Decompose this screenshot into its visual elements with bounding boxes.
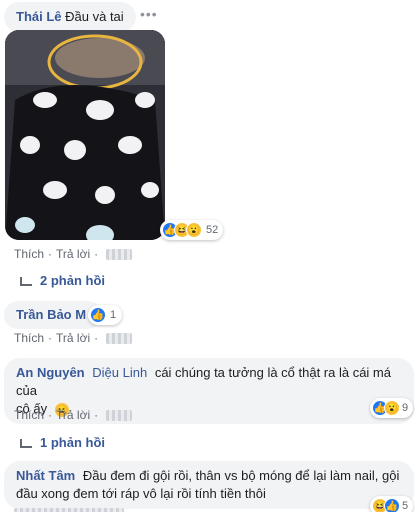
- timestamp-blurred: [106, 249, 133, 261]
- reaction-summary-4[interactable]: 😆 👍 5: [370, 496, 414, 512]
- wow-icon: 😮: [384, 400, 400, 416]
- wow-icon: 😮: [186, 222, 202, 238]
- reply-arrow-icon: [20, 277, 32, 287]
- like-icon: 👍: [90, 307, 106, 323]
- reaction-count: 5: [402, 500, 409, 512]
- comment-author[interactable]: Thái Lê: [16, 9, 62, 24]
- mention-link[interactable]: Diệu Linh: [92, 365, 147, 380]
- reaction-summary-3[interactable]: 👍 😮 9: [370, 398, 414, 418]
- comment-actions-3: Thích · Trả lời ·: [14, 408, 133, 422]
- comment-bubble-1: Thái Lê Đầu và tai: [4, 2, 136, 32]
- comment-actions-2: Thích · Trả lời ·: [14, 331, 133, 345]
- reply-arrow-icon: [20, 439, 32, 449]
- actions-blurred: [14, 508, 124, 512]
- photo-image: [5, 30, 165, 240]
- reaction-count: 1: [110, 309, 117, 321]
- view-replies-3[interactable]: 1 phản hồi: [20, 435, 105, 450]
- reaction-summary-1[interactable]: 👍 😆 😮 52: [160, 220, 224, 240]
- timestamp-blurred: [106, 333, 133, 345]
- comment-author[interactable]: An Nguyên: [16, 365, 85, 380]
- comment-photo[interactable]: [5, 30, 165, 240]
- reply-link[interactable]: Trả lời: [56, 331, 90, 345]
- comment-bubble-4: Nhất Tâm Đầu đem đi gội rồi, thân vs bộ …: [4, 461, 414, 509]
- like-link[interactable]: Thích: [14, 247, 44, 261]
- reaction-count: 9: [402, 402, 409, 414]
- reply-link[interactable]: Trả lời: [56, 247, 90, 261]
- comment-actions-4-blurred: [14, 506, 124, 512]
- more-options-icon[interactable]: •••: [140, 6, 158, 22]
- comment-text: Đầu và tai: [65, 9, 124, 24]
- reaction-count: 52: [206, 224, 219, 236]
- like-link[interactable]: Thích: [14, 408, 44, 422]
- comment-author[interactable]: Trần Bảo M: [16, 307, 86, 322]
- comment-author[interactable]: Nhất Tâm: [16, 468, 75, 483]
- view-replies-1[interactable]: 2 phản hồi: [20, 273, 105, 288]
- timestamp-blurred: [106, 410, 133, 422]
- comment-actions-1: Thích · Trả lời ·: [14, 247, 133, 261]
- comment-text-line2: đầu xong đem tới ráp vô lại rồi tính tiề…: [16, 486, 266, 501]
- reply-link[interactable]: Trả lời: [56, 408, 90, 422]
- like-link[interactable]: Thích: [14, 331, 44, 345]
- reaction-summary-2[interactable]: 👍 1: [88, 305, 123, 325]
- comment-text: Đầu đem đi gội rồi, thân vs bộ móng để l…: [82, 468, 400, 483]
- like-icon: 👍: [384, 498, 400, 512]
